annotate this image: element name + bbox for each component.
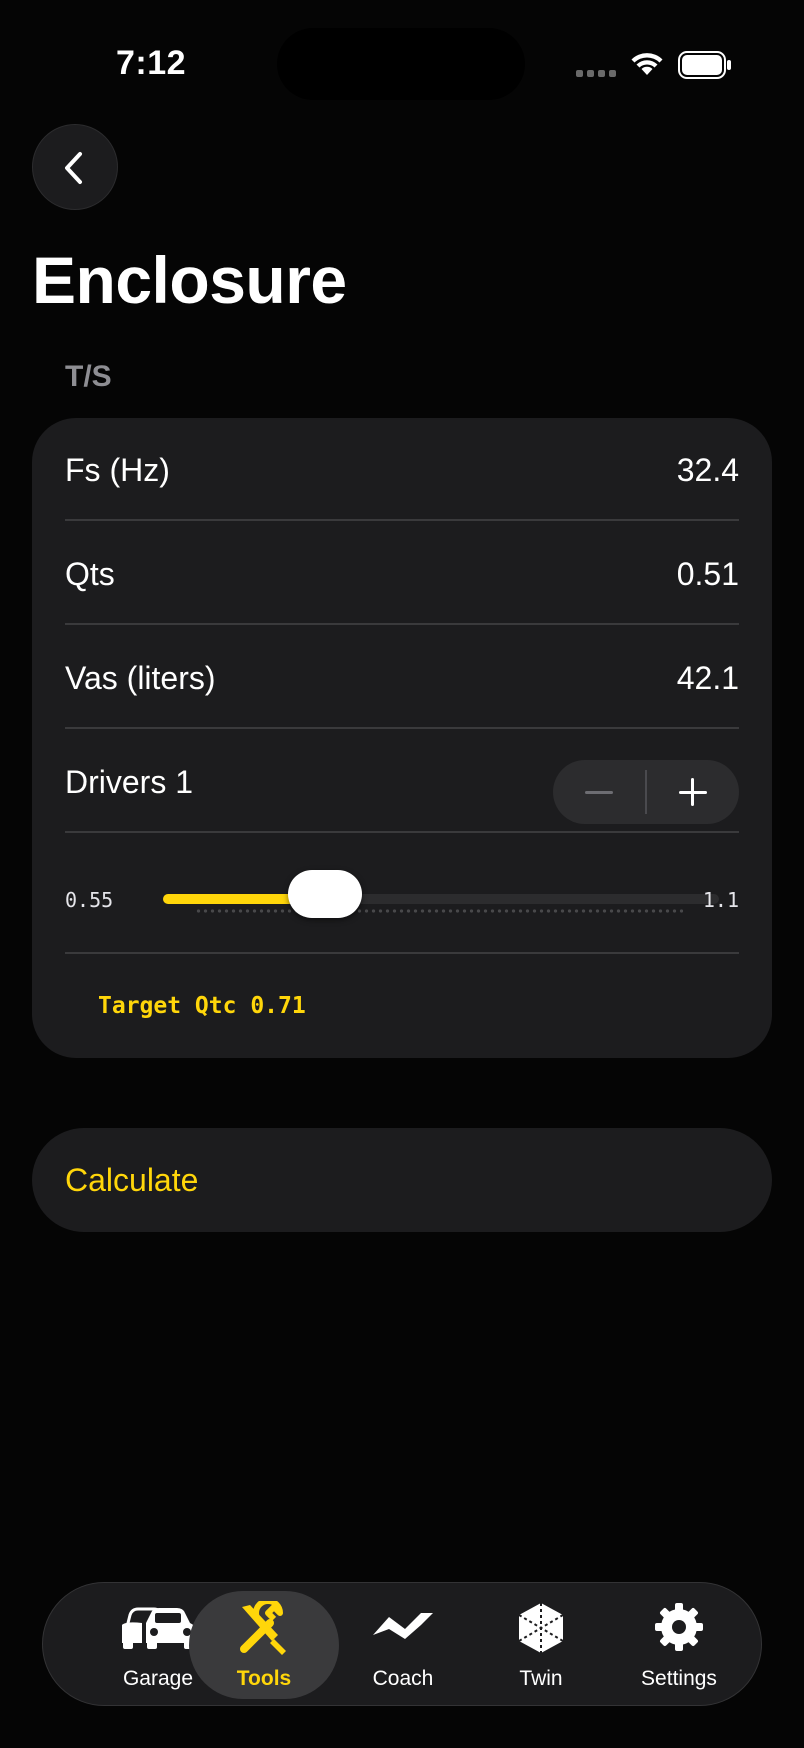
section-label: T/S — [65, 360, 112, 393]
back-button[interactable] — [32, 124, 118, 210]
waveform-icon — [373, 1613, 433, 1639]
calculate-button[interactable]: Calculate — [32, 1128, 772, 1232]
tab-coach[interactable]: Coach — [328, 1591, 478, 1699]
status-bar: 7:12 — [0, 0, 804, 130]
page-title: Enclosure — [32, 243, 347, 317]
wrench-screwdriver-icon — [240, 1601, 286, 1655]
qtc-slider-track[interactable] — [163, 894, 719, 904]
car-icon — [122, 1607, 195, 1649]
tab-twin[interactable]: Twin — [466, 1591, 616, 1699]
qtc-slider-thumb[interactable] — [287, 870, 362, 918]
chevron-left-icon — [65, 152, 82, 184]
tab-bar: Garage Tools Coach Twin Settings — [42, 1582, 762, 1706]
cube-icon — [518, 1603, 564, 1653]
tab-settings-label: Settings — [641, 1667, 717, 1690]
slider-min-label: 0.55 — [65, 888, 114, 912]
gear-icon — [655, 1603, 703, 1651]
cellular-signal-icon — [576, 70, 616, 78]
tab-settings[interactable]: Settings — [604, 1591, 754, 1699]
battery-icon — [678, 51, 731, 79]
wifi-icon — [631, 53, 663, 75]
slider-tick-marks — [195, 909, 683, 913]
tab-coach-label: Coach — [372, 1667, 434, 1690]
calculate-label: Calculate — [65, 1162, 199, 1198]
status-time: 7:12 — [116, 44, 187, 82]
tab-twin-label: Twin — [519, 1667, 563, 1690]
tab-tools[interactable]: Tools — [189, 1591, 339, 1699]
tab-tools-label: Tools — [236, 1667, 292, 1690]
ts-parameters-card: Fs (Hz) 32.4 Qts 0.51 Vas (liters) 42.1 … — [32, 418, 772, 1058]
slider-max-label: 1.1 — [702, 888, 739, 912]
dynamic-island — [277, 28, 525, 100]
target-qtc-label: Target Qtc 0.71 — [98, 993, 306, 1019]
